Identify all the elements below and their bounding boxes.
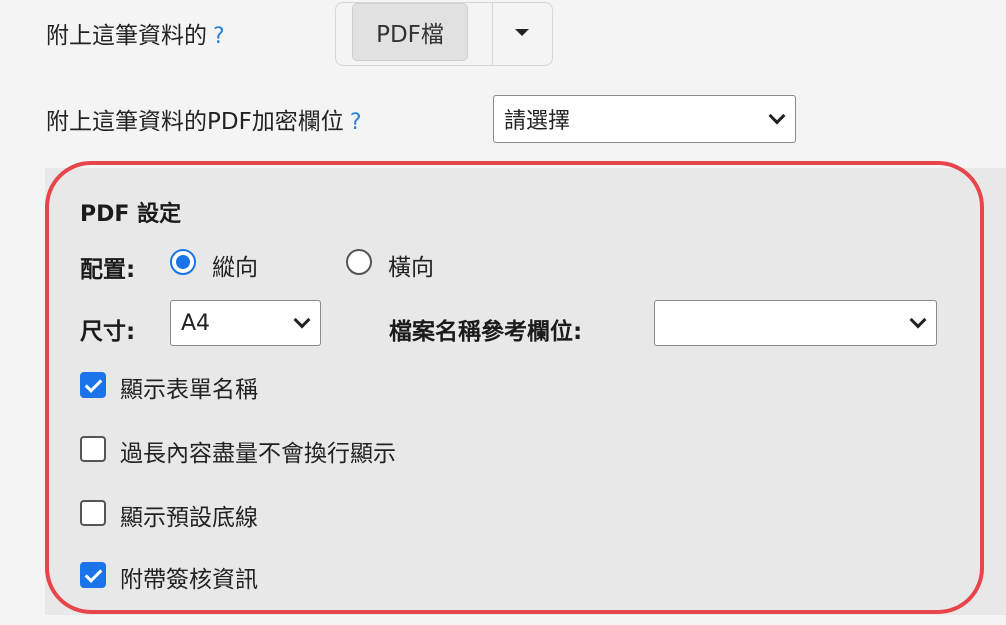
orientation-landscape-label[interactable]: 橫向 xyxy=(388,248,434,282)
encrypt-label: 附上這筆資料的PDF加密欄位 xyxy=(46,109,344,135)
caret-down-icon xyxy=(515,28,529,36)
orientation-landscape-radio[interactable] xyxy=(346,249,372,275)
pdf-settings-title: PDF 設定 xyxy=(80,202,182,227)
orientation-portrait-radio[interactable] xyxy=(170,249,196,275)
size-label: 尺寸: xyxy=(80,319,136,345)
chevron-down-icon xyxy=(768,107,786,125)
show-default-underline-label[interactable]: 顯示預設底線 xyxy=(120,498,258,532)
include-approval-info-label[interactable]: 附帶簽核資訊 xyxy=(120,560,258,594)
no-wrap-long-content-checkbox[interactable] xyxy=(80,436,106,462)
filename-field-select[interactable] xyxy=(654,300,937,346)
help-icon[interactable]: ? xyxy=(350,110,362,135)
chevron-down-icon xyxy=(293,311,311,329)
orientation-label: 配置: xyxy=(80,257,136,283)
no-wrap-long-content-label[interactable]: 過長內容盡量不會換行顯示 xyxy=(120,434,396,468)
encrypt-select-value: 請選擇 xyxy=(504,109,571,134)
help-icon[interactable]: ? xyxy=(213,24,225,49)
chevron-down-icon xyxy=(909,311,927,329)
include-approval-info-checkbox[interactable] xyxy=(80,562,106,588)
page-size-select[interactable]: A4 xyxy=(170,300,321,346)
show-form-name-label[interactable]: 顯示表單名稱 xyxy=(120,370,258,404)
attach-label: 附上這筆資料的 xyxy=(46,23,207,49)
show-default-underline-checkbox[interactable] xyxy=(80,500,106,526)
encrypt-row-label: 附上這筆資料的PDF加密欄位? xyxy=(46,102,362,136)
filename-field-label: 檔案名稱參考欄位: xyxy=(389,319,583,345)
orientation-portrait-label[interactable]: 縱向 xyxy=(212,248,258,282)
attach-format-dropdown-toggle[interactable] xyxy=(493,3,551,61)
show-form-name-checkbox[interactable] xyxy=(80,372,106,398)
page-size-value: A4 xyxy=(181,310,211,336)
attach-row-label: 附上這筆資料的? xyxy=(46,16,225,50)
pdf-file-button[interactable]: PDF檔 xyxy=(352,3,468,61)
encrypt-field-select[interactable]: 請選擇 xyxy=(493,95,796,143)
